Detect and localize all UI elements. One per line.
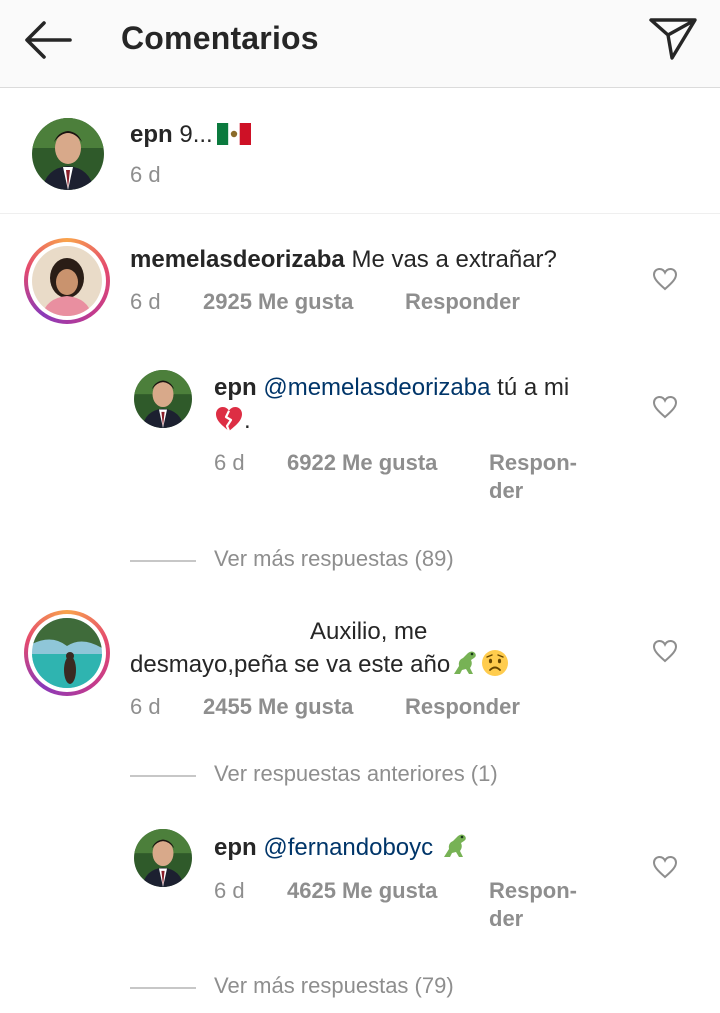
avatar[interactable] xyxy=(134,370,192,428)
reply-button[interactable]: Respon- der xyxy=(489,877,577,933)
avatar xyxy=(32,618,102,688)
timestamp: 6 d xyxy=(130,694,161,719)
timestamp: 6 d xyxy=(130,289,161,314)
mexico-flag-icon xyxy=(216,123,251,145)
view-more-replies-label: Ver más respuestas (79) xyxy=(214,973,454,998)
reply-button[interactable]: Responder xyxy=(405,693,520,721)
username[interactable]: epn xyxy=(214,374,257,401)
broken-heart-icon xyxy=(216,407,242,432)
heart-icon[interactable] xyxy=(652,639,678,663)
avatar-story-ring[interactable] xyxy=(24,610,110,696)
avatar xyxy=(32,246,102,316)
reply-text-end: . xyxy=(244,407,251,434)
view-previous-replies-label: Ver respuestas anteriores (1) xyxy=(214,761,498,786)
divider xyxy=(130,987,196,989)
timestamp: 6 d xyxy=(214,450,245,475)
likes-count[interactable]: 6922 Me gusta xyxy=(287,449,437,477)
username[interactable]: epn xyxy=(214,834,257,861)
worried-face-icon xyxy=(482,650,509,676)
reply-text: tú a mi xyxy=(497,374,570,401)
view-more-replies[interactable]: Ver más respuestas (79) xyxy=(130,973,550,1003)
avatar-story-ring[interactable] xyxy=(24,238,110,324)
heart-icon[interactable] xyxy=(652,395,678,419)
reply-label-line: Respon- xyxy=(489,878,577,903)
reply-button[interactable]: Responder xyxy=(405,288,520,316)
comment-text: Auxilio, me xyxy=(310,618,428,645)
reply-button[interactable]: Respon- der xyxy=(489,449,577,505)
divider xyxy=(130,560,196,562)
caption-text: 9... xyxy=(179,121,213,148)
likes-count[interactable]: 4625 Me gusta xyxy=(287,877,437,905)
timestamp: 6 d xyxy=(214,878,245,903)
arrow-left-icon[interactable] xyxy=(22,18,74,62)
view-previous-replies[interactable]: Ver respuestas anteriores (1) xyxy=(130,761,570,791)
avatar[interactable] xyxy=(134,829,192,887)
reply-label-line: der xyxy=(489,478,524,503)
heart-icon[interactable] xyxy=(652,267,678,291)
direct-send-icon[interactable] xyxy=(648,16,698,62)
top-bar: Comentarios xyxy=(0,0,720,88)
view-more-replies[interactable]: Ver más respuestas (89) xyxy=(130,546,550,576)
heart-icon[interactable] xyxy=(652,855,678,879)
username[interactable]: epn xyxy=(130,121,173,148)
comment-text: Me vas a extrañar? xyxy=(351,246,557,273)
dinosaur-icon xyxy=(454,651,477,674)
page-title: Comentarios xyxy=(121,20,319,56)
timestamp: 6 d xyxy=(130,162,161,187)
likes-count[interactable]: 2455 Me gusta xyxy=(203,693,353,721)
likes-count[interactable]: 2925 Me gusta xyxy=(203,288,353,316)
mention-link[interactable]: @fernandoboyc xyxy=(263,834,433,861)
username[interactable]: memelasdeorizaba xyxy=(130,246,345,273)
divider xyxy=(130,775,196,777)
post-caption: epn 9... 6 d xyxy=(0,88,720,214)
comment-text: desmayo,peña se va este año xyxy=(130,651,451,678)
view-more-replies-label: Ver más respuestas (89) xyxy=(214,546,454,571)
reply-label-line: Respon- xyxy=(489,450,577,475)
dinosaur-icon xyxy=(443,834,466,857)
avatar[interactable] xyxy=(32,118,104,190)
mention-link[interactable]: @memelasdeorizaba xyxy=(263,374,490,401)
reply-label-line: der xyxy=(489,906,524,931)
